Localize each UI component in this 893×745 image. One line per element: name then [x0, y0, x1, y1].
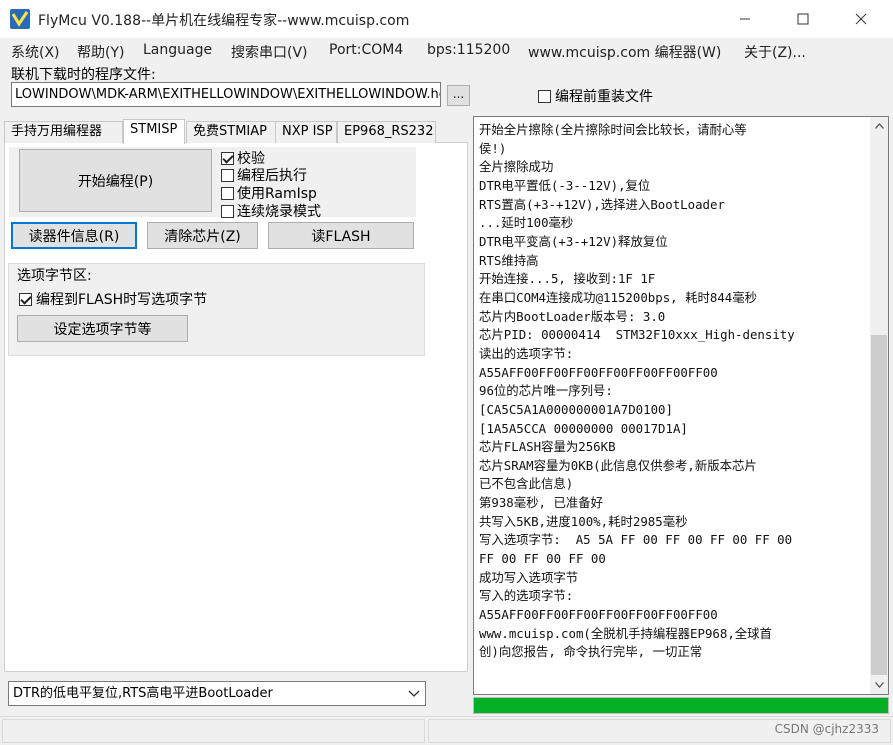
log-text: 开始全片擦除(全片擦除时间会比较长，请耐心等 侯!) 全片擦除成功 DTR电平置低(-…	[479, 121, 867, 662]
option-bytes-group: 选项字节区: 编程到FLASH时写选项字节	[8, 263, 425, 356]
log-line: 96位的芯片唯一序列号:	[479, 383, 613, 399]
use-ramisp-label: 使用RamIsp	[237, 186, 317, 202]
window-title: FlyMcu V0.188--单片机在线编程专家--www.mcuisp.com	[38, 13, 410, 29]
file-label: 联机下载时的程序文件:	[11, 67, 156, 83]
scroll-thumb[interactable]	[871, 335, 887, 675]
log-line: FF 00 FF 00 FF 00	[479, 551, 606, 567]
menu-language[interactable]: Language	[143, 42, 212, 58]
status-cell-left	[2, 719, 425, 743]
flymcu-app-icon	[10, 9, 30, 29]
log-line: A55AFF00FF00FF00FF00FF00FF00FF00	[479, 607, 718, 623]
continuous-burn-option[interactable]: 连续烧录模式	[221, 201, 321, 221]
log-line: www.mcuisp.com(全脱机手持编程器EP968,全球首	[479, 625, 772, 641]
minimize-icon	[740, 18, 750, 20]
progress-bar	[473, 697, 889, 714]
log-line: 写入的选项字节:	[479, 588, 574, 604]
menu-help[interactable]: 帮助(Y)	[77, 42, 124, 62]
tab-nxp-isp[interactable]: NXP ISP	[275, 121, 337, 143]
continuous-burn-check-box[interactable]	[221, 204, 234, 218]
maximize-icon	[797, 13, 809, 25]
menu-baud-rate[interactable]: bps:115200	[427, 42, 510, 58]
menu-port[interactable]: Port:COM4	[329, 42, 403, 58]
erase-chip-button[interactable]: 清除芯片(Z)	[147, 222, 258, 249]
menu-programmer[interactable]: www.mcuisp.com 编程器(W)	[528, 42, 721, 62]
scroll-down-icon[interactable]	[870, 676, 888, 694]
run-after-program-label: 编程后执行	[237, 168, 307, 184]
menu-bar: 系统(X) 帮助(Y) Language 搜索串口(V) Port:COM4 b…	[0, 40, 893, 62]
log-line: 芯片内BootLoader版本号: 3.0	[479, 308, 666, 324]
write-option-bytes-check-box[interactable]	[19, 292, 32, 306]
log-line: 在串口COM4连接成功@115200bps, 耗时844毫秒	[479, 289, 758, 305]
log-line: ...延时100毫秒	[479, 215, 574, 231]
tab-free-stmiap[interactable]: 免费STMIAP	[186, 121, 276, 143]
log-line: 共写入5KB,进度100%,耗时2985毫秒	[479, 513, 688, 529]
minimize-button[interactable]	[716, 0, 774, 38]
watermark: CSDN @cjhz2333	[774, 722, 879, 736]
log-line: DTR电平变高(+3-+12V)释放复位	[479, 233, 668, 249]
log-line: [1A5A5CCA 00000000 00017D1A]	[479, 420, 688, 436]
log-line: 第938毫秒, 已准备好	[479, 495, 604, 511]
log-line: 写入选项字节: A5 5A FF 00 FF 00 FF 00 FF 00	[479, 532, 793, 548]
log-line: 开始全片擦除(全片擦除时间会比较长，请耐心等	[479, 122, 747, 137]
tab-stmisp[interactable]: STMISP	[123, 119, 185, 144]
start-programming-button[interactable]: 开始编程(P)	[19, 149, 212, 212]
log-line: 芯片FLASH容量为256KB	[479, 439, 616, 455]
dtr-rts-mode-value: DTR的低电平复位,RTS高电平进BootLoader	[13, 686, 273, 701]
browse-button[interactable]: ...	[447, 85, 470, 106]
log-scrollbar[interactable]	[870, 117, 888, 694]
menu-about[interactable]: 关于(Z)...	[744, 42, 806, 62]
log-line: 已不包含此信息)	[479, 476, 574, 492]
set-option-bytes-button[interactable]: 设定选项字节等	[17, 315, 188, 342]
log-line: 成功写入选项字节	[479, 569, 579, 585]
close-icon	[855, 13, 867, 25]
reload-file-check-box[interactable]	[538, 89, 551, 103]
log-line: 创)向您报告, 命令执行完毕, 一切正常	[479, 644, 703, 660]
scroll-up-icon[interactable]	[870, 117, 888, 135]
menu-system[interactable]: 系统(X)	[11, 42, 60, 62]
log-line: 开始连接...5, 接收到:1F 1F	[479, 271, 656, 287]
log-line: [CA5C5A1A000000001A7D0100]	[479, 401, 673, 417]
chevron-down-icon[interactable]	[403, 682, 425, 705]
use-ramisp-option[interactable]: 使用RamIsp	[221, 183, 317, 203]
log-line: 芯片SRAM容量为0KB(此信息仅供参考,新版本芯片	[479, 457, 757, 473]
log-output[interactable]: 开始全片擦除(全片擦除时间会比较长，请耐心等 侯!) 全片擦除成功 DTR电平置低(-…	[473, 116, 889, 695]
log-line: DTR电平置低(-3--12V),复位	[479, 177, 651, 193]
write-option-bytes-label: 编程到FLASH时写选项字节	[36, 292, 208, 308]
tab-handheld-programmer[interactable]: 手持万用编程器	[4, 121, 123, 143]
maximize-button[interactable]	[774, 0, 832, 38]
option-bytes-title: 选项字节区:	[17, 268, 92, 284]
menu-search-port[interactable]: 搜索串口(V)	[231, 42, 308, 62]
dtr-rts-mode-select[interactable]: DTR的低电平复位,RTS高电平进BootLoader	[8, 681, 426, 706]
file-path-field[interactable]: LOWINDOW\MDK-ARM\EXITHELLOWINDOW\EXITHEL…	[11, 82, 441, 107]
write-option-bytes-checkbox[interactable]: 编程到FLASH时写选项字节	[19, 289, 207, 309]
use-ramisp-check-box[interactable]	[221, 186, 234, 200]
close-button[interactable]	[832, 0, 890, 38]
tab-ep968-rs232[interactable]: EP968_RS232	[337, 121, 436, 143]
read-device-info-button[interactable]: 读器件信息(R)	[11, 222, 137, 249]
log-line: 侯!)	[479, 140, 507, 156]
run-after-program-check-box[interactable]	[221, 168, 234, 182]
log-line: 芯片PID: 00000414 STM32F10xxx_High-density	[479, 327, 795, 343]
status-bar: CSDN @cjhz2333	[0, 716, 893, 745]
log-line: 全片擦除成功	[479, 159, 554, 175]
log-line: RTS维持高	[479, 252, 539, 268]
reload-file-checkbox[interactable]: 编程前重装文件	[538, 86, 653, 106]
log-line: A55AFF00FF00FF00FF00FF00FF00FF00	[479, 364, 718, 380]
progress-fill	[474, 698, 888, 713]
log-line: 读出的选项字节:	[479, 345, 574, 361]
title-bar[interactable]: FlyMcu V0.188--单片机在线编程专家--www.mcuisp.com	[0, 0, 893, 38]
continuous-burn-label: 连续烧录模式	[237, 204, 321, 220]
reload-file-label: 编程前重装文件	[555, 89, 653, 105]
run-after-program-option[interactable]: 编程后执行	[221, 165, 307, 185]
read-flash-button[interactable]: 读FLASH	[268, 222, 414, 249]
verify-check-box[interactable]	[221, 151, 234, 165]
log-line: RTS置高(+3-+12V),选择进入BootLoader	[479, 196, 725, 212]
